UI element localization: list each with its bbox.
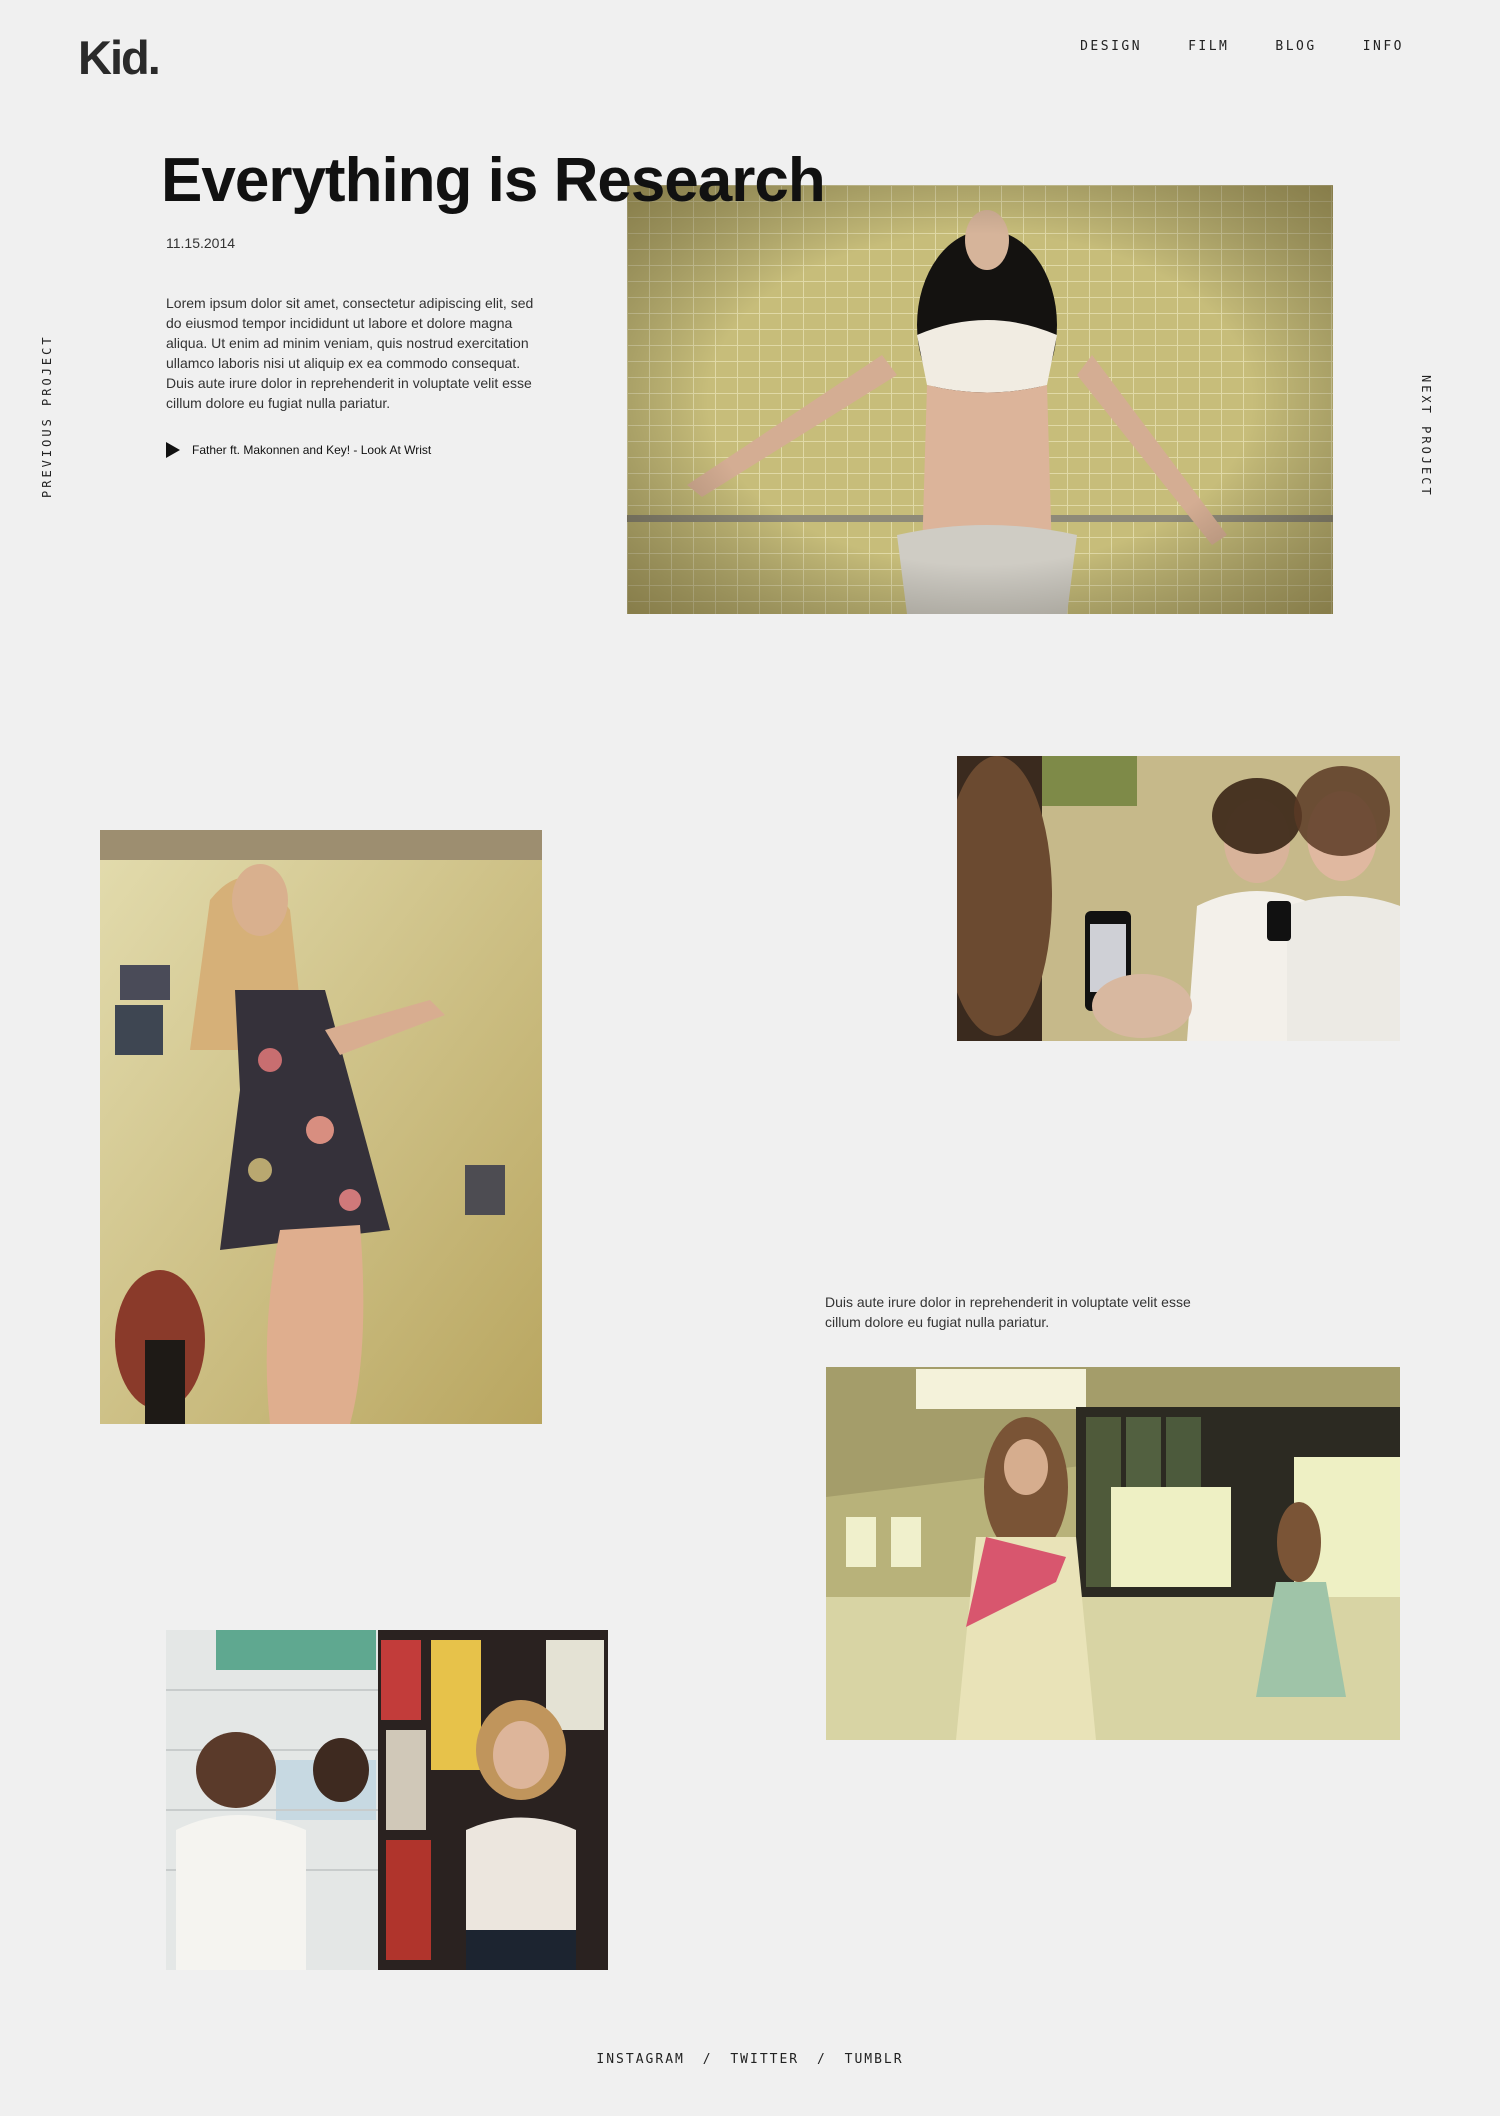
photo-pageant	[826, 1367, 1400, 1740]
nav-film[interactable]: FILM	[1188, 39, 1229, 54]
photo-floral-dress	[100, 830, 542, 1424]
audio-player[interactable]: Father ft. Makonnen and Key! - Look At W…	[166, 442, 431, 458]
nav-info[interactable]: INFO	[1363, 39, 1404, 54]
track-title: Father ft. Makonnen and Key! - Look At W…	[192, 443, 432, 457]
photo-selfie	[957, 756, 1400, 1041]
instagram-link[interactable]: INSTAGRAM	[596, 2052, 684, 2067]
twitter-link[interactable]: TWITTER	[730, 2052, 799, 2067]
nav-design[interactable]: DESIGN	[1080, 39, 1142, 54]
next-project-link[interactable]: NEXT PROJECT	[1419, 375, 1433, 498]
play-icon[interactable]	[166, 442, 180, 458]
previous-project-link[interactable]: PREVIOUS PROJECT	[40, 334, 54, 498]
page-title: Everything is Research	[161, 146, 826, 215]
separator: /	[702, 2052, 713, 2067]
site-logo[interactable]: Kid.	[78, 32, 161, 84]
main-nav: DESIGN FILM BLOG INFO	[1080, 39, 1404, 54]
photo-mirror-posters	[166, 1630, 608, 1970]
nav-blog[interactable]: BLOG	[1275, 39, 1316, 54]
photo-caption: Duis aute irure dolor in reprehenderit i…	[825, 1294, 1191, 1330]
separator: /	[816, 2052, 827, 2067]
social-footer: INSTAGRAM / TWITTER / TUMBLR	[0, 2052, 1500, 2067]
photo-shower	[627, 185, 1333, 614]
intro-paragraph: Lorem ipsum dolor sit amet, consectetur …	[166, 295, 534, 411]
tumblr-link[interactable]: TUMBLR	[845, 2052, 904, 2067]
post-date: 11.15.2014	[166, 235, 236, 251]
